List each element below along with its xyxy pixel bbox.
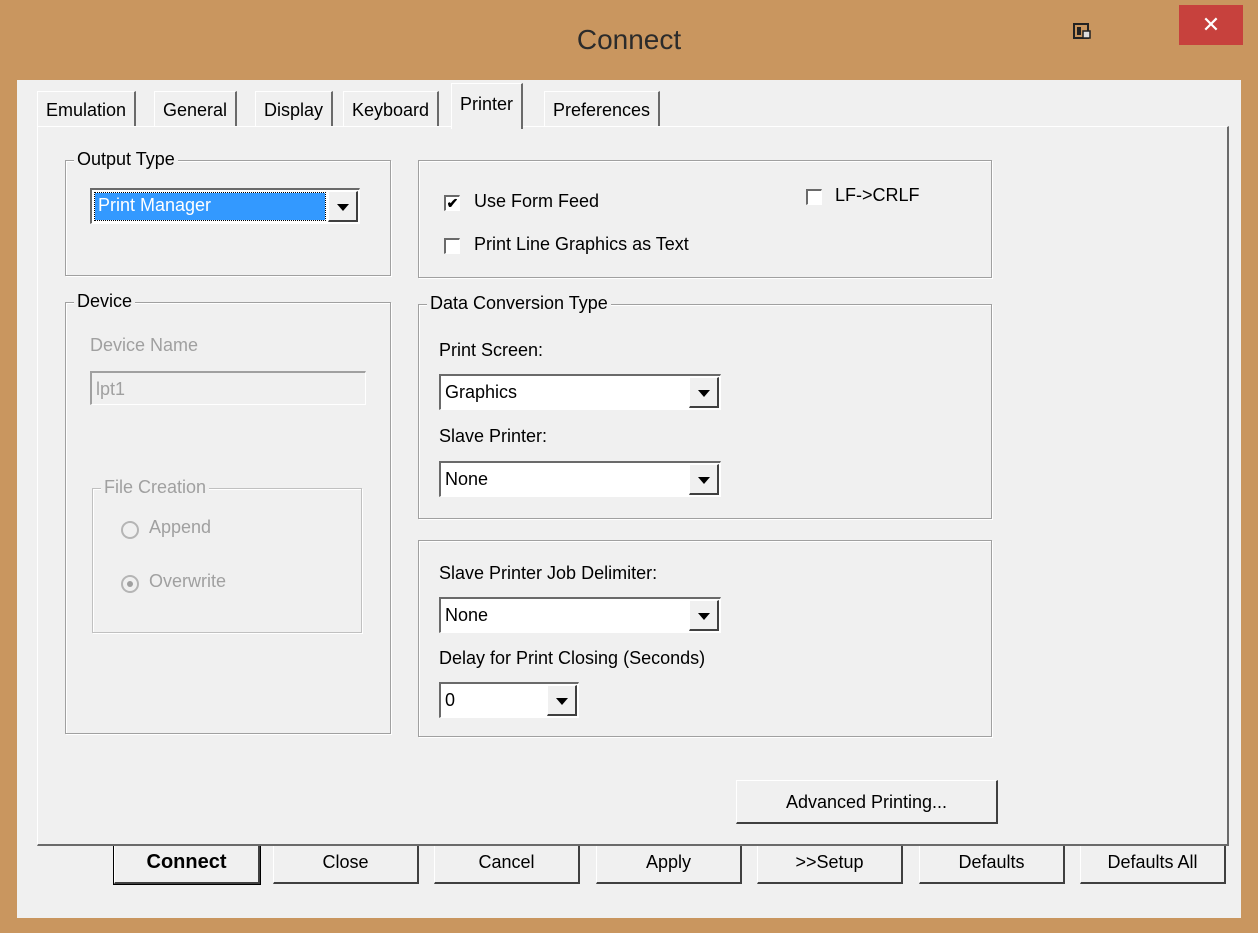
chevron-down-icon[interactable] <box>689 377 719 408</box>
print-line-graphics-label[interactable]: Print Line Graphics as Text <box>474 234 689 255</box>
apply-button[interactable]: Apply <box>596 840 742 884</box>
tab-emulation[interactable]: Emulation <box>37 91 137 127</box>
print-screen-select[interactable]: Graphics <box>439 374 721 410</box>
use-form-feed-checkbox[interactable]: ✔ <box>444 195 460 211</box>
lf-crlf-checkbox[interactable] <box>806 189 822 205</box>
print-line-graphics-checkbox[interactable] <box>444 238 460 254</box>
chevron-down-icon[interactable] <box>689 600 719 631</box>
slave-printer-value: None <box>445 469 489 489</box>
printer-tab-panel: Output Type Print Manager ✔ Use Form Fee… <box>37 126 1229 846</box>
file-creation-group: File Creation Append Overwrite <box>92 477 362 633</box>
tab-general[interactable]: General <box>154 91 238 127</box>
job-delimiter-select[interactable]: None <box>439 597 721 633</box>
delay-value: 0 <box>445 690 456 710</box>
job-delimiter-label: Slave Printer Job Delimiter: <box>439 563 658 583</box>
close-icon: ✕ <box>1201 12 1221 37</box>
file-creation-legend: File Creation <box>101 477 210 498</box>
slave-printer-select[interactable]: None <box>439 461 721 497</box>
print-screen-label: Print Screen: <box>439 340 544 360</box>
tab-printer[interactable]: Printer <box>451 83 524 129</box>
defaults-button[interactable]: Defaults <box>919 840 1065 884</box>
overwrite-label: Overwrite <box>149 571 227 591</box>
tab-label: General <box>163 100 228 120</box>
output-type-select[interactable]: Print Manager <box>90 188 360 224</box>
tab-label: Emulation <box>46 100 127 120</box>
lf-crlf-label[interactable]: LF->CRLF <box>835 185 920 206</box>
delay-label: Delay for Print Closing (Seconds) <box>439 648 706 668</box>
output-type-group: Output Type Print Manager <box>65 149 391 276</box>
tab-display[interactable]: Display <box>255 91 334 127</box>
tab-label: Display <box>264 100 324 120</box>
slave-printer-label: Slave Printer: <box>439 426 548 446</box>
device-name-input: lpt1 <box>90 371 366 405</box>
tab-keyboard[interactable]: Keyboard <box>343 91 440 127</box>
title-bar[interactable]: Connect ✕ <box>0 0 1258 80</box>
chevron-down-icon[interactable] <box>547 685 577 716</box>
device-group: Device Device Name lpt1 File Creation Ap… <box>65 291 391 734</box>
close-button[interactable]: Close <box>273 840 419 884</box>
output-type-legend: Output Type <box>74 149 178 170</box>
data-conversion-legend: Data Conversion Type <box>427 293 611 314</box>
defaults-all-button[interactable]: Defaults All <box>1080 840 1226 884</box>
dialog-client-area: Emulation General Display Keyboard Print… <box>17 80 1241 918</box>
print-options-group: ✔ Use Form Feed LF->CRLF Print Line Grap… <box>418 160 992 278</box>
tab-label: Keyboard <box>352 100 430 120</box>
chevron-down-icon[interactable] <box>689 464 719 495</box>
restore-window-icon[interactable] <box>1072 22 1092 42</box>
device-name-label: Device Name <box>90 335 199 355</box>
data-conversion-group: Data Conversion Type Print Screen: Graph… <box>418 293 992 519</box>
tab-preferences[interactable]: Preferences <box>544 91 661 127</box>
advanced-printing-button[interactable]: Advanced Printing... <box>736 780 998 824</box>
overwrite-radio <box>121 575 139 593</box>
device-legend: Device <box>74 291 136 312</box>
chevron-down-icon[interactable] <box>328 191 358 222</box>
connect-button[interactable]: Connect <box>113 839 261 885</box>
tab-label: Preferences <box>553 100 651 120</box>
device-name-value: lpt1 <box>96 379 126 399</box>
slave-job-group: Slave Printer Job Delimiter: None Delay … <box>418 540 992 737</box>
checkmark-icon: ✔ <box>446 195 459 211</box>
connect-dialog-window: Connect ✕ Emulation General Display Keyb… <box>0 0 1258 933</box>
close-window-button[interactable]: ✕ <box>1179 5 1243 45</box>
tab-label: Printer <box>460 94 514 114</box>
output-type-value: Print Manager <box>94 192 326 221</box>
cancel-button[interactable]: Cancel <box>434 840 580 884</box>
setup-button[interactable]: >>Setup <box>757 840 903 884</box>
window-title: Connect <box>576 24 682 55</box>
delay-select[interactable]: 0 <box>439 682 579 718</box>
print-screen-value: Graphics <box>445 382 518 402</box>
use-form-feed-label[interactable]: Use Form Feed <box>474 191 599 212</box>
append-radio <box>121 521 139 539</box>
job-delimiter-value: None <box>445 605 489 625</box>
append-label: Append <box>149 517 212 537</box>
